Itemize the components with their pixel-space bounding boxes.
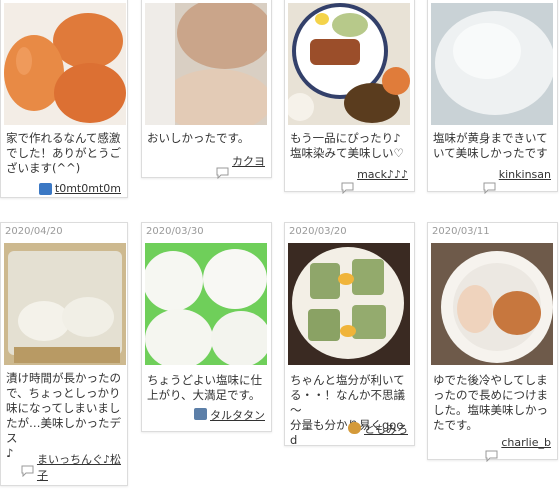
report-card: もう一品にぴったり♪ 塩味染みて美味しい♡ mack♪♪♪ — [284, 0, 415, 195]
report-date: 2020/03/11 — [432, 226, 490, 237]
report-card: 2020/03/30 ちょうどよい塩味に仕 上がり、大満足です。 タルタタン — [141, 222, 272, 432]
photo-eggs-closeup[interactable] — [145, 3, 267, 125]
speech-bubble-icon — [341, 169, 354, 195]
user-link[interactable]: kinkinsan — [483, 168, 551, 195]
report-comment: おいしかったです。 — [147, 131, 250, 145]
report-card: 2020/04/20 漬け時間が長かったの で、ちょっとしっかり 味になってしま… — [0, 222, 128, 486]
avatar-photo-icon — [194, 408, 207, 420]
user-link[interactable]: タルタタン — [194, 407, 265, 423]
report-card: 2020/03/11 ゆでた後冷やしてしま ったので長めにつけま した。塩味美味… — [427, 222, 558, 463]
report-comment: ゆでた後冷やしてしま ったので長めにつけま した。塩味美味しかっ たです。 — [433, 373, 548, 432]
report-comment: 漬け時間が長かったの で、ちょっとしっかり 味になってしまいまし たが…美味しか… — [6, 371, 121, 460]
report-date: 2020/03/30 — [146, 226, 204, 237]
photo-eggs-in-bowl[interactable] — [431, 243, 553, 365]
user-link[interactable]: ともみろ — [348, 421, 408, 437]
report-comment: ちょうどよい塩味に仕 上がり、大満足です。 — [147, 373, 262, 402]
report-comment: 家で作れるなんて感激 でした！ありがとうご ざいます(^^) — [6, 131, 121, 175]
user-link[interactable]: カクヨ — [216, 153, 265, 180]
photo-white-egg[interactable] — [431, 3, 553, 125]
report-date: 2020/04/20 — [5, 226, 63, 237]
photo-meal-plate[interactable] — [288, 3, 410, 125]
user-link[interactable]: まいっちんぐ♪松 子 — [21, 451, 121, 483]
photo-egg-toast[interactable] — [288, 243, 410, 365]
user-link[interactable]: t0mt0mt0m — [38, 182, 121, 195]
user-link[interactable]: mack♪♪♪ — [341, 168, 408, 195]
report-comment: もう一品にぴったり♪ 塩味染みて美味しい♡ — [290, 131, 404, 160]
report-card: おいしかったです。 カクヨ — [141, 0, 272, 180]
photo-brown-eggs[interactable] — [4, 3, 126, 125]
photo-eggs-in-bag[interactable] — [4, 243, 126, 365]
photo-peeled-eggs[interactable] — [145, 243, 267, 365]
avatar-photo-icon — [38, 183, 52, 195]
user-link[interactable]: charlie_b — [485, 436, 551, 463]
speech-bubble-icon — [21, 452, 34, 478]
report-card: 2020/03/20 ちゃんと塩分が利いて る・・！なんか不思議～ 分量も分かり… — [284, 222, 415, 447]
avatar-photo-icon — [348, 422, 361, 434]
speech-bubble-icon — [485, 437, 498, 463]
report-card: 塩味が黄身まできいて いて美味しかったです kinkinsan — [427, 0, 558, 195]
report-comment: 塩味が黄身まできいて いて美味しかったです — [433, 131, 548, 160]
report-date: 2020/03/20 — [289, 226, 347, 237]
speech-bubble-icon — [483, 169, 496, 195]
report-card: 家で作れるなんて感激 でした！ありがとうご ざいます(^^) t0mt0mt0m — [0, 0, 128, 198]
speech-bubble-icon — [216, 154, 229, 180]
